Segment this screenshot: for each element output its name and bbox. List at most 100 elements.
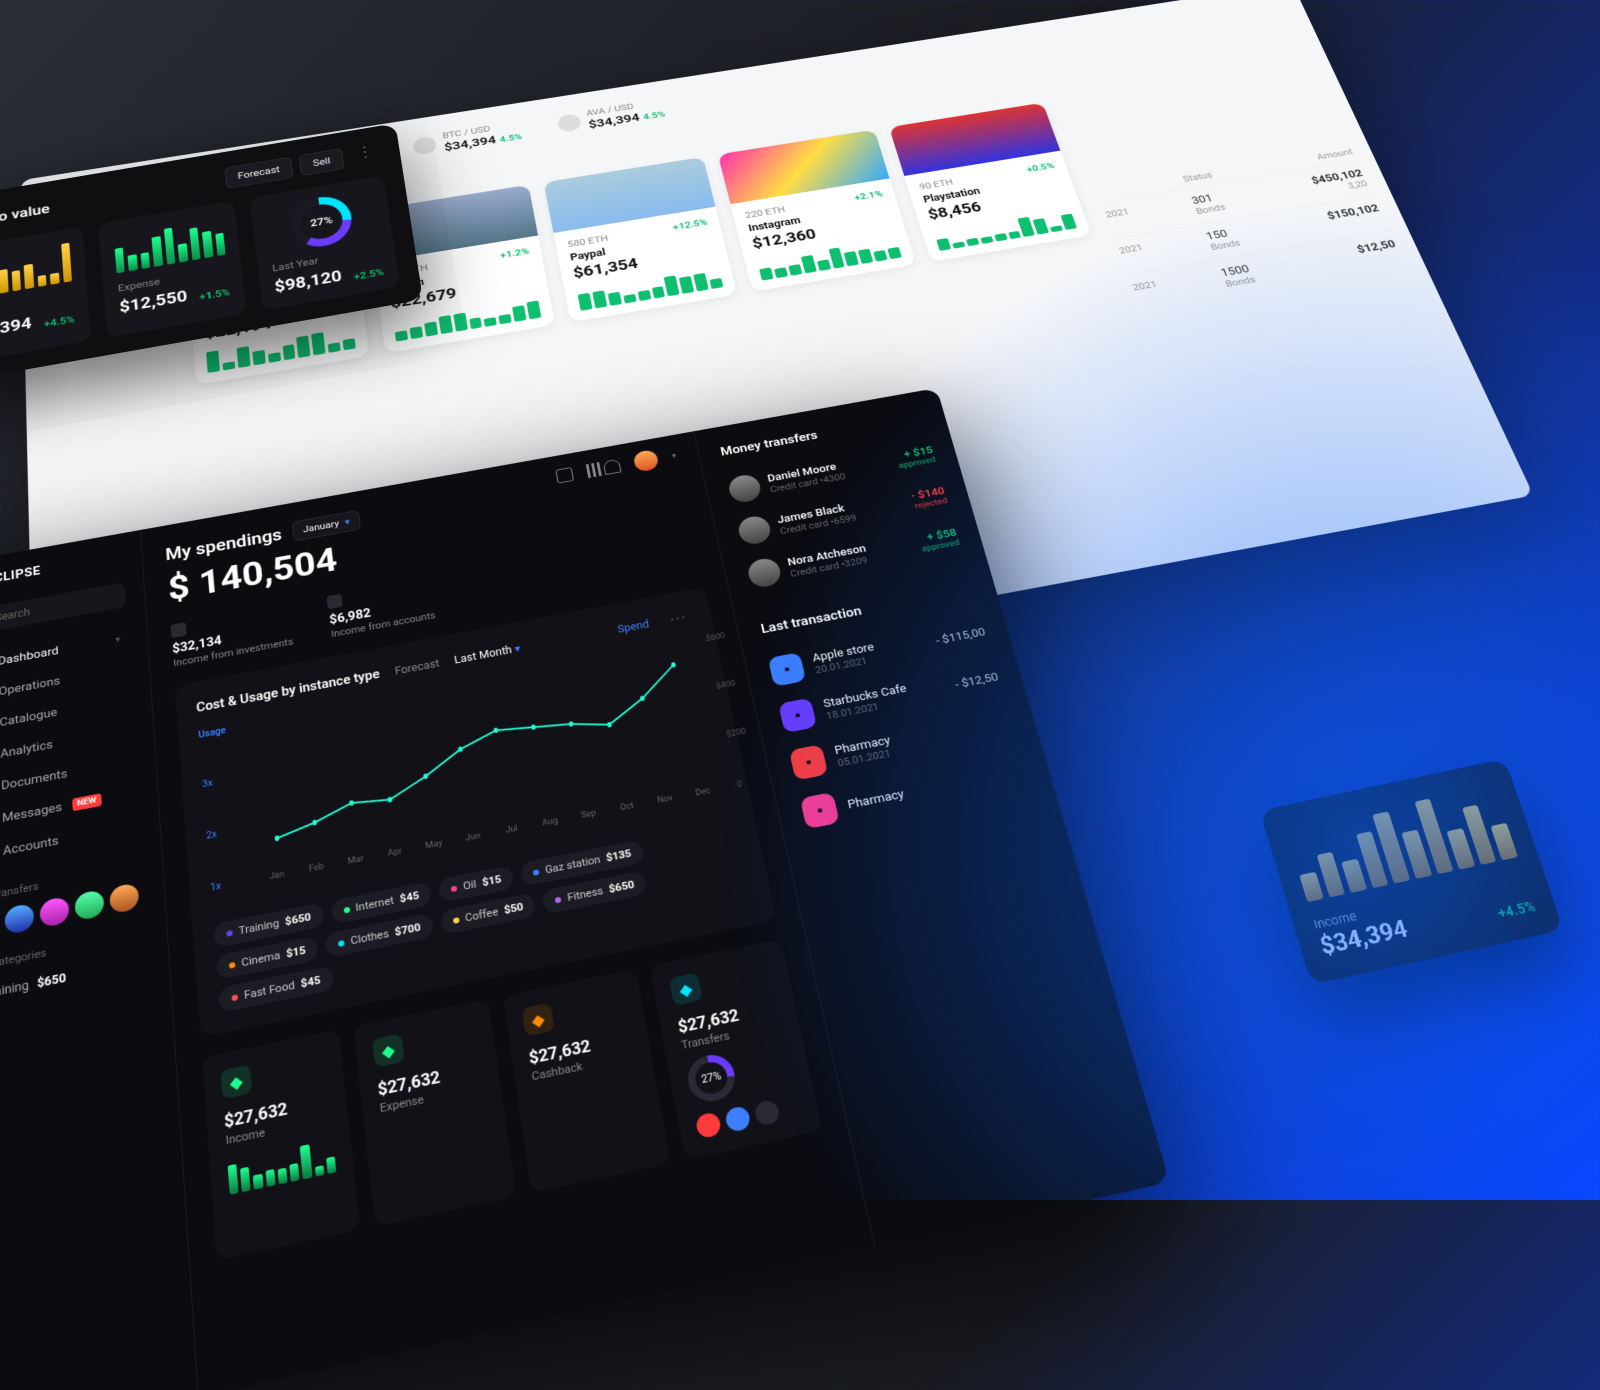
progress-ring: 27% (289, 193, 355, 251)
category-pill: • Training $650 (0, 949, 149, 1010)
idea-card[interactable]: 580 ETH+12.5%Paypal$61,354 (544, 157, 738, 322)
chart-icon[interactable] (586, 464, 591, 478)
spend-link[interactable]: Spend (616, 618, 650, 635)
forecast-button[interactable]: Forecast (224, 157, 294, 190)
search-icon (161, 181, 173, 191)
category-chip[interactable]: Internet $45 (330, 881, 433, 924)
table-row[interactable]: 20211500Bonds$12,50 (1128, 230, 1406, 312)
chart-bar: Dec (686, 779, 719, 799)
chart-bar: May (417, 832, 450, 853)
mini-stat: $6,982Income from accounts (327, 577, 436, 639)
portfolio-subcard: Income$34,394+4.5% (0, 227, 91, 366)
category-chip[interactable]: Coffee $50 (439, 892, 537, 935)
income-float-card: Income $34,394 +4.5% (1259, 759, 1563, 985)
category-chip[interactable]: Cinema $15 (216, 936, 320, 981)
user-avatar[interactable] (632, 449, 659, 473)
transaction-row[interactable]: ▪Starbucks Cafe18.01.2021- $12,50 (776, 654, 1004, 742)
card-value: $34,394 (1317, 914, 1411, 960)
stat-card: ◆$27,632Expense (354, 999, 517, 1226)
portfolio-subcard: 27%Last Year$98,120+2.5% (250, 175, 401, 310)
table-row[interactable]: 2021150Bonds$150,102 (1114, 195, 1388, 275)
more-icon[interactable]: ⋯ (662, 607, 693, 629)
chart-bar: Oct (610, 794, 643, 814)
grid-icon[interactable] (555, 467, 574, 484)
transfer-row[interactable]: Daniel MooreCredit card •4300+ $15approv… (725, 434, 940, 512)
stat-icon (327, 594, 344, 610)
chart-bar: Mar (339, 847, 372, 868)
section-label: Last transfers (0, 860, 142, 906)
category-chip[interactable]: Fast Food $45 (218, 965, 334, 1013)
transfer-row[interactable]: Nora AtchesonCredit card •3209+ $58appro… (744, 516, 964, 598)
table-row[interactable]: 2021301Bonds$450,1023,20 (1101, 160, 1372, 238)
bell-icon[interactable] (603, 459, 622, 475)
avatar[interactable] (109, 882, 139, 914)
chart-title: Cost & Usage by instance type (196, 667, 381, 715)
chart-bar: Jun (456, 824, 489, 845)
stat-icon (171, 622, 187, 638)
avatar (746, 556, 783, 589)
chart-bar: Aug (533, 809, 566, 830)
page-title: My spendings (165, 524, 283, 564)
sidebar-item-accounts[interactable]: Accounts (0, 809, 140, 875)
chevron-down-icon[interactable]: ▾ (671, 451, 677, 460)
search-input[interactable]: Search (0, 582, 126, 636)
sidebar-item-dashboard[interactable]: Dashboard▾ (0, 623, 129, 683)
chart-bar: Nov (648, 787, 681, 807)
sidebar-item-messages[interactable]: MessagesNEW (0, 777, 138, 842)
transaction-row[interactable]: ▪Pharmacy05.01.2021 (787, 699, 1018, 789)
category-chip[interactable]: Training $650 (213, 902, 324, 948)
search-input[interactable]: Search (146, 148, 340, 200)
merchant-icon: ▪ (768, 652, 806, 687)
avatar (727, 473, 763, 504)
chart-bar: Sep (572, 802, 605, 822)
section-title: Investment ideas (183, 34, 1301, 228)
section-title: Money transfers (719, 409, 925, 459)
sell-button[interactable]: Sell (299, 148, 345, 176)
merchant-icon: ▪ (778, 698, 817, 733)
section-title: Last transaction (759, 582, 974, 637)
y-axis-left: Usage 3x 2x 1x (198, 724, 251, 894)
chevron-down-icon: ▾ (115, 635, 120, 645)
avatar (736, 514, 773, 546)
idea-card[interactable]: 90 ETH+0.5%Playstation$8,456 (889, 103, 1091, 262)
ticker: AVA / USD$34,394 4.5% (556, 97, 667, 135)
category-chip[interactable]: Oil $15 (438, 865, 515, 903)
transaction-row[interactable]: ▪Pharmacy (798, 746, 1032, 838)
chart-card: Cost & Usage by instance type Forecast L… (175, 587, 777, 1037)
sidebar-item-catalogue[interactable]: Catalogue (0, 683, 133, 745)
total-amount: $ 140,504 (167, 478, 689, 609)
y-axis-right: $600 $400 $200 0 (705, 632, 758, 790)
ticker: BTC / USD$34,394 4.5% (412, 120, 523, 159)
category-chip[interactable]: Gaz station $135 (519, 839, 645, 886)
chart-bar: Jan (260, 863, 293, 884)
change-pct: +4.5% (1496, 899, 1538, 923)
card-title: Portfolio value (0, 201, 50, 234)
dark-dashboard: ECLIPSE Search Dashboard▾OperationsCatal… (0, 388, 1170, 1390)
idea-card[interactable]: 220 ETH+2.1%Instagram$12,360 (718, 130, 916, 292)
tab-last-month[interactable]: Last Month ▾ (454, 642, 522, 666)
stat-icon: ◆ (522, 1003, 555, 1037)
avatar[interactable] (4, 903, 34, 935)
avatar[interactable] (74, 889, 104, 921)
month-select[interactable]: January▾ (292, 510, 361, 541)
chart-bar: Feb (300, 855, 333, 876)
sidebar-item-analytics[interactable]: Analytics (0, 714, 134, 777)
transaction-row[interactable]: ▪Apple store20.01.2021- $115,00 (766, 609, 992, 695)
sidebar-item-operations[interactable]: Operations (0, 653, 131, 714)
category-chip[interactable]: Fitness $650 (541, 870, 648, 914)
sidebar-item-documents[interactable]: Documents (0, 745, 136, 809)
stat-icon: ◆ (220, 1064, 252, 1099)
category-chip[interactable]: Clothes $700 (325, 913, 434, 958)
portfolio-subcard: Expense$12,550+1.5% (98, 201, 246, 338)
tab-forecast[interactable]: Forecast (394, 657, 440, 677)
card-label: Income (1312, 900, 1402, 933)
idea-card[interactable]: 270 ETH+1.2%Twitch$22,679 (366, 185, 555, 353)
more-icon[interactable]: ⋮ (349, 142, 381, 168)
avatar[interactable] (40, 896, 70, 928)
idea-card[interactable]: 340 ETH+4.5%Netflix$22,194 (185, 213, 369, 385)
chevron-down-icon: ▾ (344, 516, 350, 527)
merchant-icon: ▪ (800, 792, 840, 829)
nav-dashboard[interactable]: Dashboard (46, 213, 165, 255)
transfer-row[interactable]: James BlackCredit card •6599- $140reject… (734, 474, 951, 554)
stat-card: ◆$27,632Transfers27% (650, 939, 822, 1160)
